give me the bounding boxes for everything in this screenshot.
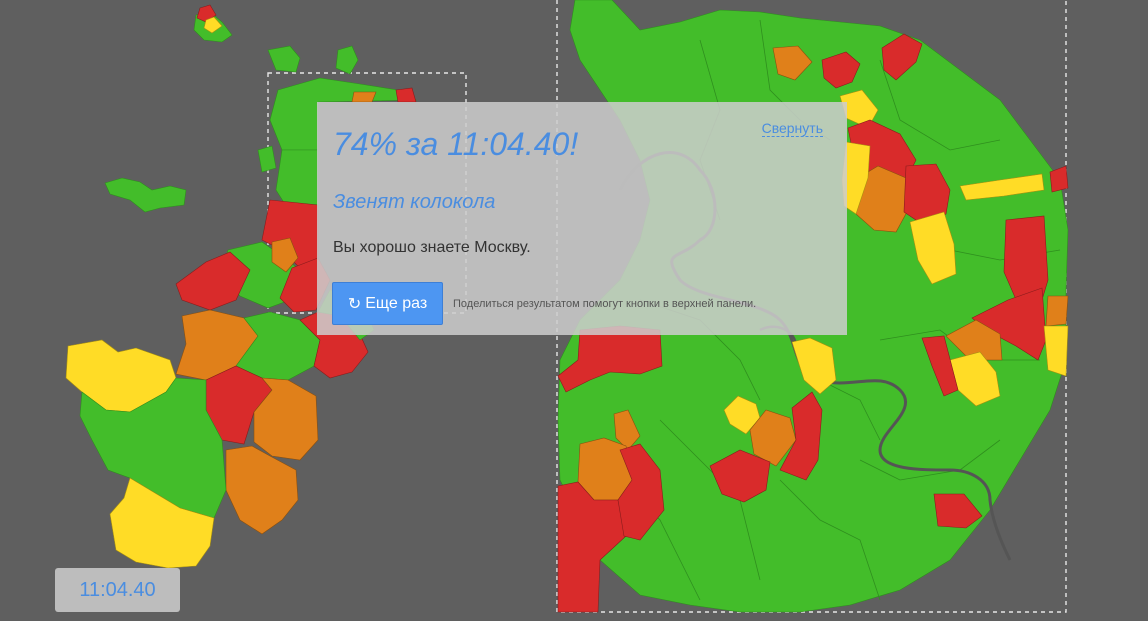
zelenograd-districts[interactable] bbox=[193, 4, 233, 43]
refresh-icon: ↻ bbox=[347, 295, 362, 313]
share-hint: Поделиться результатом помогут кнопки в … bbox=[453, 298, 757, 310]
retry-button-label: Еще раз bbox=[365, 294, 428, 312]
score-headline: 74% за 11:04.40! bbox=[333, 126, 579, 162]
result-panel: 74% за 11:04.40! Свернуть Звенят колокол… bbox=[317, 102, 847, 335]
timer-display: 11:04.40 bbox=[55, 568, 180, 612]
retry-button[interactable]: ↻ Еще раз bbox=[332, 282, 443, 325]
verdict-text: Вы хорошо знаете Москву. bbox=[333, 239, 531, 256]
rank-title: Звенят колокола bbox=[333, 191, 496, 213]
collapse-link[interactable]: Свернуть bbox=[761, 120, 823, 137]
